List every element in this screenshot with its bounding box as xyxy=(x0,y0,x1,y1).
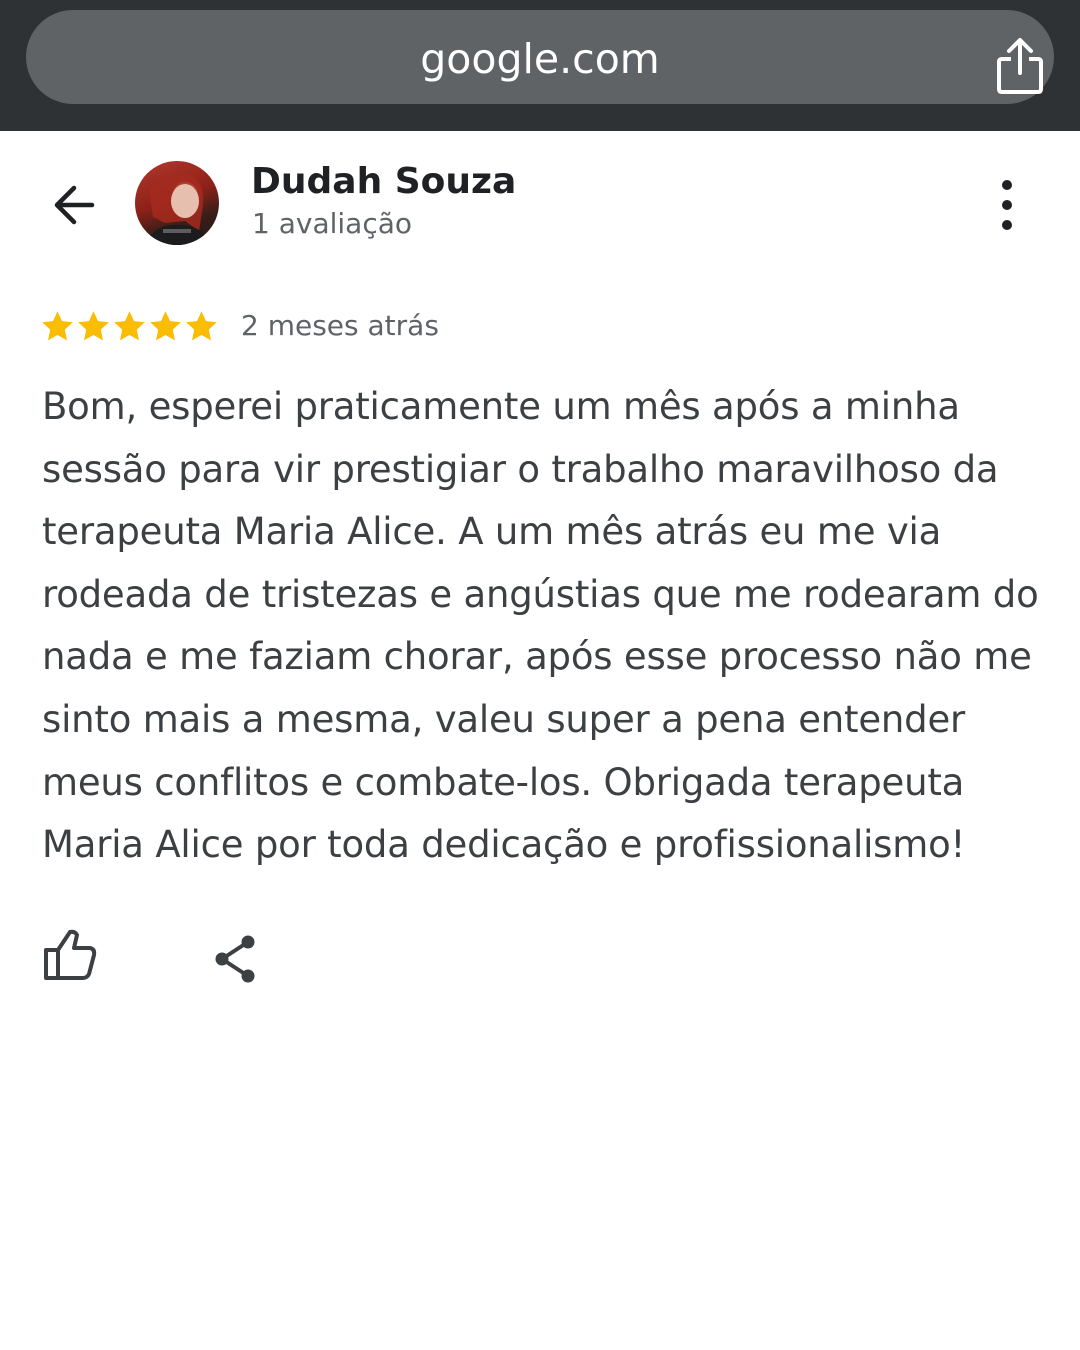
back-button[interactable] xyxy=(46,177,102,233)
reviewer-name[interactable]: Dudah Souza xyxy=(251,161,516,203)
reviewer-header: Dudah Souza 1 avaliação xyxy=(0,131,1080,281)
star-rating xyxy=(40,309,219,344)
star-icon xyxy=(78,310,109,340)
share-icon[interactable] xyxy=(208,932,262,986)
share-upload-icon[interactable] xyxy=(992,37,1048,95)
star-icon xyxy=(42,310,73,340)
star-icon xyxy=(186,310,217,340)
back-arrow-icon xyxy=(54,185,95,225)
avatar[interactable] xyxy=(135,161,219,245)
review-date: 2 meses atrás xyxy=(241,309,439,342)
reviewer-review-count: 1 avaliação xyxy=(252,207,413,240)
rating-row: 2 meses atrás xyxy=(40,304,439,348)
url-text: google.com xyxy=(420,35,660,83)
avatar-photo xyxy=(145,173,211,245)
star-icon xyxy=(114,310,145,340)
star-icon xyxy=(150,310,181,340)
more-vert-icon[interactable] xyxy=(986,175,1028,235)
review-text: Bom, esperei praticamente um mês após a … xyxy=(42,385,1039,867)
browser-bar: google.com xyxy=(0,0,1080,131)
address-bar[interactable]: google.com xyxy=(26,10,1054,104)
thumbs-up-icon[interactable] xyxy=(40,928,98,982)
